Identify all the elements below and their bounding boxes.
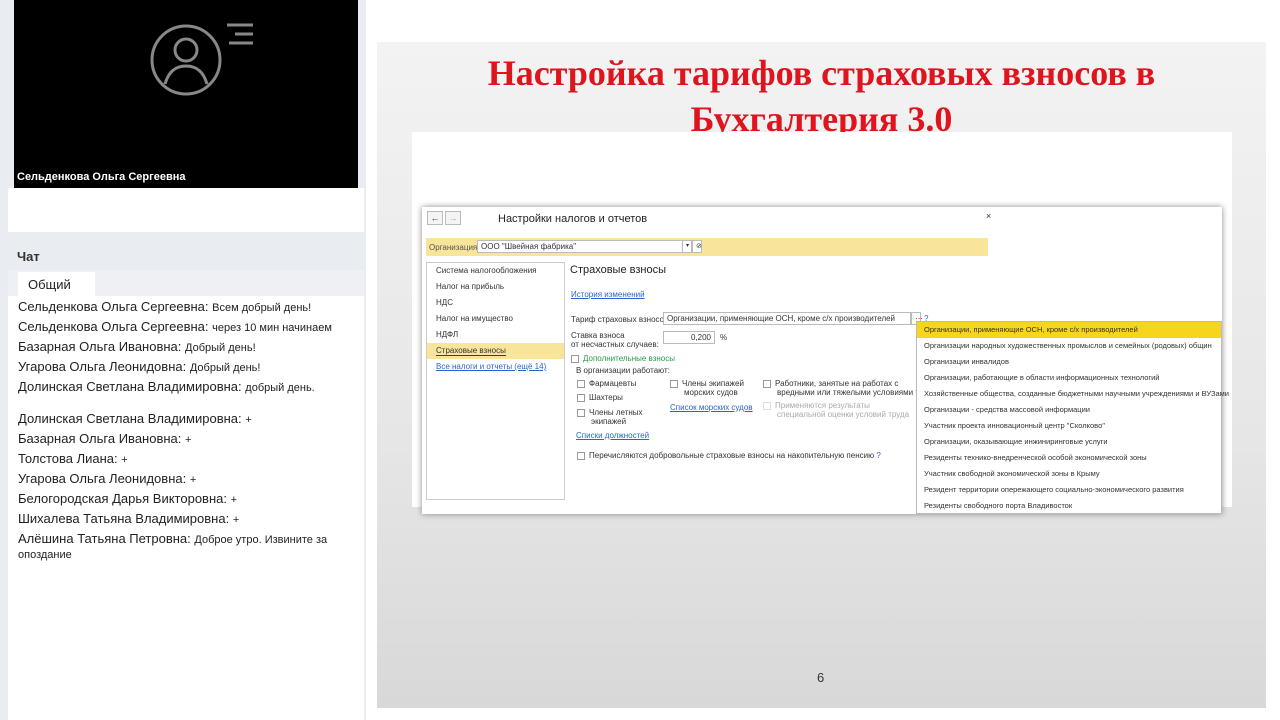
history-link[interactable]: История изменений [571,290,645,299]
checkbox-sea-crew[interactable]: Члены экипажей морских судов [670,379,744,397]
chat-message: Долинская Светлана Владимировна: + [18,411,252,427]
dropdown-option[interactable]: Участник свободной экономической зоны в … [917,466,1221,482]
tab-general[interactable]: Общий [18,272,95,296]
dropdown-option[interactable]: Организации, оказывающие инжиниринговые … [917,434,1221,450]
chat-message: Шихалева Татьяна Владимировна: + [18,511,240,527]
chat-message: Сельденкова Ольга Сергеевна: Всем добрый… [18,299,312,315]
checkbox-harmful-work[interactable]: Работники, занятые на работах с вредными … [763,379,936,397]
checkbox[interactable] [571,354,579,363]
dialog-title: Настройки налогов и отчетов [498,213,648,225]
dropdown-option[interactable]: Организации, применяющие ОСН, кроме с/х … [917,322,1221,338]
dropdown-option[interactable]: Резидент территории опережающего социаль… [917,482,1221,498]
dropdown-option[interactable]: Организации инвалидов [917,354,1221,370]
checkbox-pharmacists[interactable]: Фармацевты [577,379,636,388]
chat-message: Угарова Ольга Леонидовна: Добрый день! [18,359,261,375]
open-icon[interactable]: ⊘ [692,240,702,253]
forward-button[interactable]: → [445,211,461,225]
chat-message: Белогородская Дарья Викторовна: + [18,491,238,507]
positions-link[interactable]: Списки должностей [576,431,649,440]
tariff-dropdown-list: Организации, применяющие ОСН, кроме с/х … [916,321,1229,514]
chat-message: Алёшина Татьяна Петровна: Доброе утро. И… [18,531,328,562]
participant-name: Сельденкова Ольга Сергеевна [17,171,186,183]
sea-vessels-link[interactable]: Список морских судов [670,403,753,412]
rate-field[interactable]: 0,200 [663,331,715,344]
chat-messages: Сельденкова Ольга Сергеевна: Всем добрый… [8,296,364,571]
settings-nav: Система налогообложения Налог на прибыль Н… [426,262,565,500]
checkbox-special-assessment[interactable]: Применяются результаты специальной оценки… [763,401,909,419]
dropdown-button[interactable]: ▾ [682,240,692,253]
chat-message: Базарная Ольга Ивановна: + [18,431,192,447]
dropdown-option[interactable]: Организации народных художественных пром… [917,338,1221,354]
dropdown-option[interactable]: Участник проекта инновационный центр "Ск… [917,418,1221,434]
nav-item[interactable]: НДС [427,295,564,311]
back-button[interactable]: ← [427,211,443,225]
chat-message: Сельденкова Ольга Сергеевна: через 10 ми… [18,319,332,335]
dropdown-option[interactable]: Организации - средства массовой информац… [917,402,1221,418]
nav-item[interactable]: НДФЛ [427,327,564,343]
nav-item[interactable]: Налог на прибыль [427,279,564,295]
nav-item[interactable]: Страховые взносы [427,343,564,359]
chat-message: Толстова Лиана: + [18,451,128,467]
nav-item[interactable]: Система налогообложения [427,263,564,279]
video-panel: Сельденкова Ольга Сергеевна [14,0,358,188]
close-icon[interactable]: × [986,211,991,221]
nav-item[interactable]: Налог на имущество [427,311,564,327]
chat-message: Долинская Светлана Владимировна: добрый … [18,379,315,395]
page-number: 6 [817,670,825,685]
user-speaking-icon [150,23,253,96]
dropdown-option[interactable]: Хозяйственные общества, созданные бюджет… [917,386,1229,402]
checkbox-flight-crew[interactable]: Члены летных экипажей [577,408,643,426]
left-panel: Сельденкова Ольга Сергеевна Чат Общий Се… [0,0,366,720]
extra-contributions-toggle[interactable]: Дополнительные взносы [571,354,675,363]
dropdown-option[interactable]: Резиденты свободного порта Владивосток [917,498,1221,514]
section-title: Страховые взносы [570,264,666,276]
chat-panel: Чат Общий Сельденкова Ольга Сергеевна: В… [8,242,364,720]
dropdown-option[interactable]: Организации, работающие в области информ… [917,370,1221,386]
checkbox-voluntary-pension[interactable]: Перечисляются добровольные страховые взн… [577,451,881,460]
all-taxes-link[interactable]: Все налоги и отчеты (ещё 14) [436,362,546,371]
dropdown-option[interactable]: Резиденты технико-внедренческой особой э… [917,450,1221,466]
tariff-field[interactable]: Организации, применяющие ОСН, кроме с/х … [663,312,911,325]
chat-message: Базарная Ольга Ивановна: Добрый день! [18,339,256,355]
checkbox-miners[interactable]: Шахтеры [577,393,623,402]
chat-title: Чат [8,242,364,270]
chat-message: Угарова Ольга Леонидовна: + [18,471,197,487]
slide-title: Настройка тарифов страховых взносов в Бу… [487,53,1156,139]
organization-field[interactable]: ООО "Швейная фабрика" [477,240,701,253]
